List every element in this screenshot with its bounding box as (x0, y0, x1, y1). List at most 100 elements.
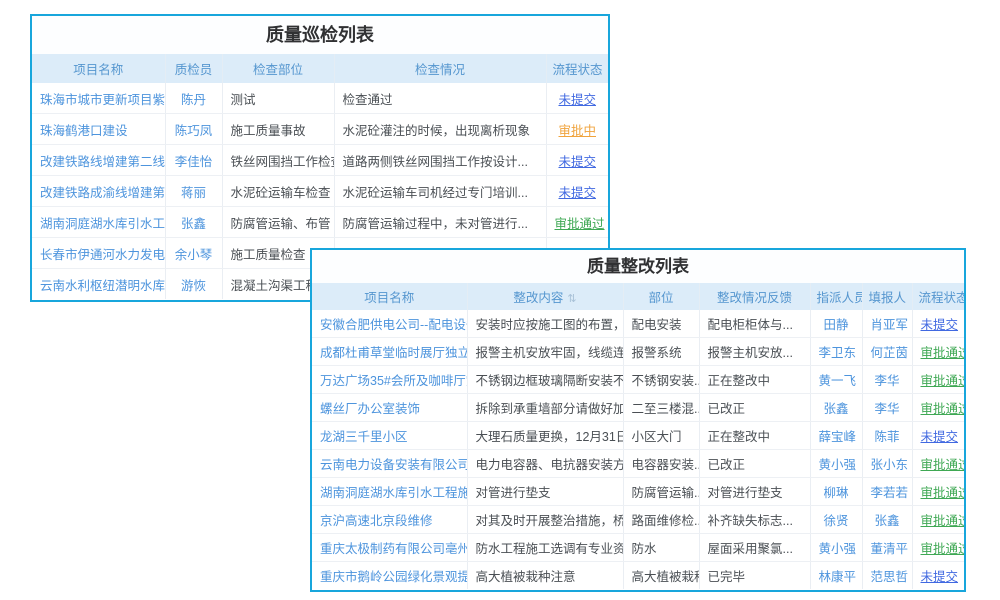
cell-assignee: 黄一飞 (810, 366, 862, 394)
assignee-link[interactable]: 黄小强 (819, 458, 857, 472)
table-row: 万达广场35#会所及咖啡厅空...不锈钢边框玻璃隔断安装不牢...不锈钢安装..… (312, 366, 964, 394)
assignee-link[interactable]: 张鑫 (823, 402, 848, 416)
cell-part: 电容器安装... (623, 450, 699, 478)
reporter-link[interactable]: 何芷茵 (871, 346, 909, 360)
rectify-feedback-text: 屋面采用聚氯... (708, 542, 793, 556)
inspector-link[interactable]: 陈巧凤 (175, 124, 213, 138)
cell-flow-status: 未提交 (546, 83, 608, 114)
cell-flow-status: 审批通过 (912, 534, 964, 562)
table-row: 云南电力设备安装有限公司20...电力电容器、电抗器安装方案,...电容器安装.… (312, 450, 964, 478)
inspector-link[interactable]: 李佳怡 (175, 155, 213, 169)
project-name-link[interactable]: 京沪高速北京段维修 (320, 514, 433, 528)
reporter-link[interactable]: 张小东 (871, 458, 909, 472)
project-name-link[interactable]: 改建铁路线增建第二线... (40, 155, 165, 169)
project-name-link[interactable]: 改建铁路成渝线增建第... (40, 186, 165, 200)
assignee-link[interactable]: 柳琳 (823, 486, 848, 500)
reporter-link[interactable]: 张鑫 (874, 514, 899, 528)
reporter-link[interactable]: 范思哲 (871, 570, 909, 584)
project-name-link[interactable]: 安徽合肥供电公司--配电设备... (320, 318, 467, 332)
project-name-link[interactable]: 长春市伊通河水力发电... (40, 248, 165, 262)
rectify-content-text: 不锈钢边框玻璃隔断安装不牢... (476, 374, 624, 388)
cell-project-name: 龙湖三千里小区 (312, 422, 467, 450)
status-link[interactable]: 审批中 (558, 124, 596, 138)
rectify-content-text: 大理石质量更换，12月31日之... (476, 430, 624, 444)
project-name-link[interactable]: 龙湖三千里小区 (320, 430, 408, 444)
project-name-link[interactable]: 云南水利枢纽潜明水库... (40, 279, 165, 293)
cell-rectify-feedback: 正在整改中 (699, 422, 810, 450)
project-name-link[interactable]: 湖南洞庭湖水库引水工程施工标 (320, 486, 467, 500)
project-name-link[interactable]: 螺丝厂办公室装饰 (320, 402, 420, 416)
project-name-link[interactable]: 珠海市城市更新项目紫... (40, 93, 165, 107)
project-name-link[interactable]: 万达广场35#会所及咖啡厅空... (320, 374, 467, 388)
assignee-link[interactable]: 黄小强 (819, 542, 857, 556)
status-link[interactable]: 未提交 (921, 570, 959, 584)
reporter-link[interactable]: 李若若 (871, 486, 909, 500)
status-link[interactable]: 审批通过 (921, 346, 965, 360)
cell-flow-status: 审批通过 (912, 338, 964, 366)
col-header-part: 部位 (623, 283, 699, 310)
sort-icon[interactable]: ⇅ (567, 293, 576, 305)
col-header-label: 整改情况反馈 (717, 291, 792, 305)
rectify-content-text: 防水工程施工选调有专业资质... (476, 542, 624, 556)
assignee-link[interactable]: 田静 (823, 318, 848, 332)
status-link[interactable]: 审批通过 (921, 514, 965, 528)
status-link[interactable]: 未提交 (921, 318, 959, 332)
col-header-label: 流程状态 (553, 63, 603, 77)
project-name-link[interactable]: 重庆市鹅岭公园绿化景观提升... (320, 570, 467, 584)
status-link[interactable]: 审批通过 (555, 217, 605, 231)
status-link[interactable]: 审批通过 (921, 542, 965, 556)
status-link[interactable]: 审批通过 (921, 402, 965, 416)
assignee-link[interactable]: 薛宝峰 (819, 430, 857, 444)
check-part-text: 施工质量检查 (231, 248, 306, 262)
cell-part: 报警系统 (623, 338, 699, 366)
status-link[interactable]: 未提交 (558, 186, 596, 200)
cell-check-part: 防腐管运输、布管 (222, 207, 334, 238)
cell-check-situation: 道路两侧铁丝网围挡工作按设计... (334, 145, 546, 176)
inspector-link[interactable]: 蒋丽 (181, 186, 206, 200)
cell-project-name: 云南水利枢纽潜明水库... (32, 269, 165, 300)
status-link[interactable]: 未提交 (558, 155, 596, 169)
cell-flow-status: 未提交 (912, 310, 964, 338)
project-name-link[interactable]: 云南电力设备安装有限公司20... (320, 458, 467, 472)
col-header-project-name: 项目名称 (32, 54, 165, 83)
rectify-feedback-text: 正在整改中 (708, 374, 771, 388)
assignee-link[interactable]: 李卫东 (819, 346, 857, 360)
reporter-link[interactable]: 肖亚军 (871, 318, 909, 332)
status-link[interactable]: 审批通过 (921, 458, 965, 472)
cell-reporter: 李若若 (862, 478, 912, 506)
inspector-link[interactable]: 游恢 (181, 279, 206, 293)
status-link[interactable]: 审批通过 (921, 486, 965, 500)
part-text: 路面维修检... (632, 514, 700, 528)
inspector-link[interactable]: 余小琴 (175, 248, 213, 262)
cell-flow-status: 审批通过 (912, 450, 964, 478)
assignee-link[interactable]: 徐贤 (823, 514, 848, 528)
rectification-table-body: 安徽合肥供电公司--配电设备...安装时应按施工图的布置，将...配电安装配电柜… (312, 310, 964, 589)
reporter-link[interactable]: 李华 (874, 374, 899, 388)
reporter-link[interactable]: 董清平 (871, 542, 909, 556)
project-name-link[interactable]: 珠海鹤港口建设 (40, 124, 128, 138)
assignee-link[interactable]: 黄一飞 (819, 374, 857, 388)
status-link[interactable]: 未提交 (921, 430, 959, 444)
reporter-link[interactable]: 李华 (874, 402, 899, 416)
inspector-link[interactable]: 张鑫 (181, 217, 206, 231)
reporter-link[interactable]: 陈菲 (874, 430, 899, 444)
cell-project-name: 珠海市城市更新项目紫... (32, 83, 165, 114)
cell-rectify-content: 电力电容器、电抗器安装方案,... (467, 450, 623, 478)
status-link[interactable]: 审批通过 (921, 374, 965, 388)
project-name-link[interactable]: 湖南洞庭湖水库引水工... (40, 217, 165, 231)
cell-reporter: 何芷茵 (862, 338, 912, 366)
cell-rectify-feedback: 屋面采用聚氯... (699, 534, 810, 562)
rectification-table-title: 质量整改列表 (312, 250, 964, 283)
table-row: 湖南洞庭湖水库引水工程施工标对管进行垫支防腐管运输...对管进行垫支柳琳李若若审… (312, 478, 964, 506)
cell-part: 高大植被栽种 (623, 562, 699, 590)
status-link[interactable]: 未提交 (558, 93, 596, 107)
project-name-link[interactable]: 成都杜甫草堂临时展厅独立展... (320, 346, 467, 360)
project-name-link[interactable]: 重庆太极制药有限公司亳州中... (320, 542, 467, 556)
assignee-link[interactable]: 林康平 (819, 570, 857, 584)
rectify-content-text: 对管进行垫支 (476, 486, 551, 500)
inspector-link[interactable]: 陈丹 (181, 93, 206, 107)
part-text: 高大植被栽种 (632, 570, 700, 584)
cell-rectify-feedback: 已改正 (699, 450, 810, 478)
cell-inspector: 陈巧凤 (165, 114, 222, 145)
cell-flow-status: 未提交 (912, 422, 964, 450)
